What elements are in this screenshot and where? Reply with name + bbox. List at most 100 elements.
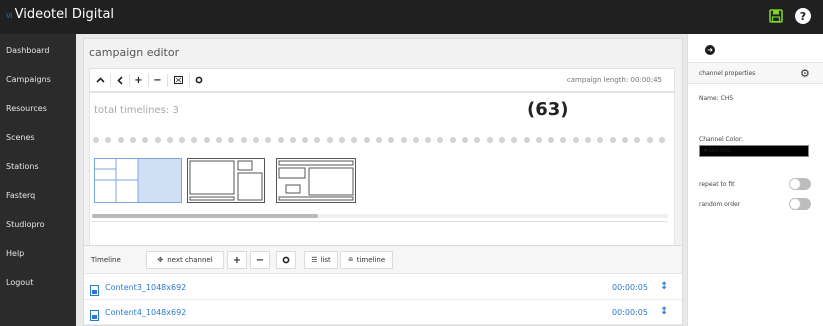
content-row[interactable]: Content4_1048x692 00:00:05 ↕: [84, 300, 682, 325]
timeline-label: Timeline: [91, 256, 121, 264]
move-icon: ✥: [157, 256, 164, 264]
pagination-dot: [621, 137, 628, 143]
channel-color-label: Channel Color:: [699, 136, 744, 143]
collapse-up-icon[interactable]: [93, 73, 108, 87]
brand-small-logo: Vi: [6, 12, 13, 20]
pagination-dot: [523, 137, 530, 143]
app-title: Videotel Digital: [14, 7, 115, 22]
pagination-dot: [560, 137, 567, 143]
pagination-dot: [634, 137, 641, 143]
reorder-handle-icon[interactable]: ↕: [660, 281, 668, 292]
content-duration: 00:00:05: [612, 308, 648, 317]
pagination-dot: [240, 137, 247, 143]
pagination-dot: [597, 137, 604, 143]
next-channel-button[interactable]: ✥ next channel: [146, 251, 224, 269]
timeline-overview: total timelines: 3 (63): [89, 92, 675, 266]
sidebar-item-campaigns[interactable]: Campaigns: [6, 75, 51, 84]
list-view-button[interactable]: ☰ list: [304, 251, 338, 269]
brand[interactable]: Vi Videotel Digital: [6, 7, 114, 22]
pagination-dot: [375, 137, 382, 143]
pagination-dot: [535, 137, 542, 143]
toolbar-divider: [189, 74, 190, 87]
screen-layout-icon[interactable]: [171, 73, 186, 87]
settings-small-icon[interactable]: [191, 73, 206, 87]
timeline-bars-icon: ≘: [347, 256, 354, 264]
settings-button[interactable]: [276, 251, 296, 269]
add-icon[interactable]: +: [131, 73, 146, 87]
pagination-dot: [572, 137, 579, 143]
next-channel-label: next channel: [167, 256, 213, 264]
timeline-view-button[interactable]: ≘ timeline: [340, 251, 393, 269]
toolbar-divider: [167, 74, 168, 87]
divider: [92, 221, 668, 222]
back-arrow-circle-icon[interactable]: ➜: [705, 45, 715, 55]
sidebar-item-resources[interactable]: Resources: [6, 104, 47, 113]
sidebar-item-help[interactable]: Help: [6, 249, 24, 258]
sidebar-item-fasterq[interactable]: Fasterq: [6, 191, 35, 200]
sidebar: Dashboard Campaigns Resources Scenes Sta…: [0, 34, 76, 326]
save-icon[interactable]: [768, 8, 784, 24]
pagination-dot: [302, 137, 309, 143]
pagination-dot: [498, 137, 505, 143]
toolbar-divider: [148, 74, 149, 87]
channel-name: Name: CH5: [699, 95, 734, 102]
pagination-dot: [609, 137, 616, 143]
layout-thumbnail-selected[interactable]: [94, 158, 182, 207]
pagination-dot: [462, 137, 468, 143]
repeat-to-fit-toggle[interactable]: [789, 178, 811, 190]
pagination-dot: [658, 137, 665, 143]
pagination-dot: [486, 137, 493, 143]
sidebar-item-logout[interactable]: Logout: [6, 278, 33, 287]
pagination-dot: [203, 137, 210, 143]
pagination-dot: [228, 137, 235, 143]
add-content-button[interactable]: +: [227, 251, 247, 269]
pagination-dot: [252, 137, 259, 143]
pagination-dot: [265, 137, 272, 143]
count-label: (63): [527, 99, 569, 120]
pagination-dot: [277, 137, 284, 143]
pagination-dot: [179, 137, 186, 143]
content-duration: 00:00:05: [612, 283, 648, 292]
random-order-label: random order: [699, 201, 741, 208]
sidebar-item-dashboard[interactable]: Dashboard: [6, 46, 49, 55]
properties-header-label: channel properties: [699, 70, 756, 77]
toolbar-divider: [110, 74, 111, 87]
pagination-dot: [585, 137, 591, 143]
horizontal-scrollbar[interactable]: [92, 214, 668, 218]
content-name[interactable]: Content3_1048x692: [105, 283, 186, 292]
toggle-knob: [789, 198, 801, 210]
channel-color-input[interactable]: #000000: [699, 145, 809, 157]
pagination-dot: [105, 137, 112, 143]
pagination-dot: [117, 137, 124, 143]
file-icon: [90, 306, 99, 325]
help-icon[interactable]: ?: [795, 8, 811, 24]
content-row[interactable]: Content3_1048x692 00:00:05 ↕: [84, 275, 682, 300]
top-bar: Vi Videotel Digital ?: [0, 0, 823, 34]
total-timelines: total timelines: 3: [94, 105, 179, 116]
pagination-dot: [326, 137, 333, 143]
list-icon: ☰: [311, 256, 318, 264]
sidebar-item-scenes[interactable]: Scenes: [6, 133, 35, 142]
back-chevron-icon[interactable]: [112, 73, 127, 87]
reorder-handle-icon[interactable]: ↕: [660, 306, 668, 317]
editor-title: campaign editor: [89, 46, 180, 59]
sidebar-item-stations[interactable]: Stations: [6, 162, 39, 171]
pagination-dot: [646, 137, 653, 143]
pagination-dot: [289, 137, 296, 143]
properties-header: channel properties ⚙: [688, 62, 823, 84]
remove-content-button[interactable]: −: [250, 251, 270, 269]
gear-icon[interactable]: ⚙: [800, 67, 810, 80]
toolbar-divider: [129, 74, 130, 87]
main-area: campaign editor + − campaign length: 00:…: [76, 34, 687, 326]
timeline-view-label: timeline: [356, 256, 386, 264]
scrollbar-thumb[interactable]: [92, 214, 318, 218]
layout-thumbnail[interactable]: [276, 158, 356, 207]
content-name[interactable]: Content4_1048x692: [105, 308, 186, 317]
random-order-toggle[interactable]: [789, 198, 811, 210]
layout-thumbnail[interactable]: [187, 158, 265, 207]
pagination-dot: [474, 137, 481, 143]
sidebar-item-studiopro[interactable]: Studiopro: [6, 220, 45, 229]
pagination-dot: [166, 137, 173, 143]
remove-icon[interactable]: −: [150, 73, 165, 87]
pagination-dot: [425, 137, 432, 143]
